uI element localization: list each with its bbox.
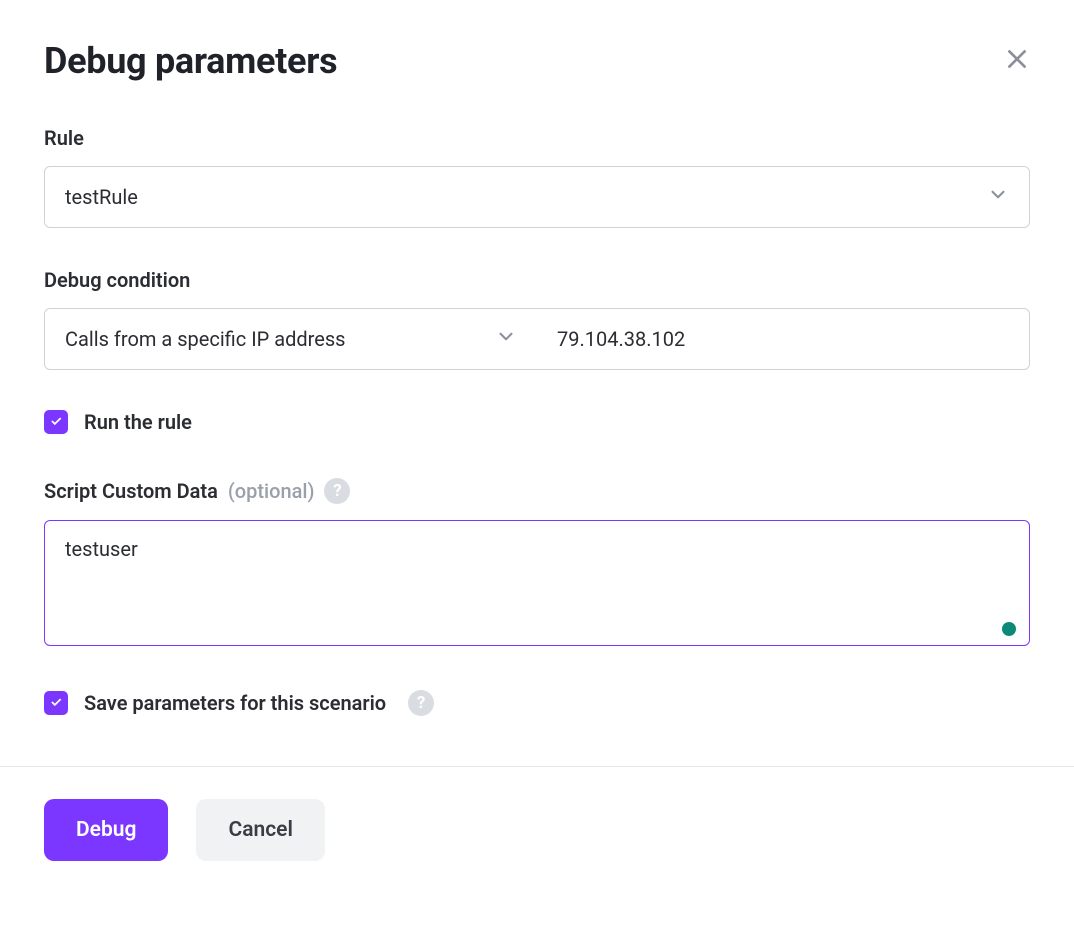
help-icon[interactable]: ? [324, 478, 350, 504]
rule-selected-value: testRule [65, 185, 138, 209]
close-button[interactable] [1004, 46, 1030, 76]
debug-condition-label: Debug condition [44, 268, 1030, 292]
script-custom-data-label: Script Custom Data [44, 479, 218, 503]
cancel-button[interactable]: Cancel [196, 799, 324, 861]
rule-label: Rule [44, 126, 1030, 150]
resize-handle[interactable] [1002, 622, 1016, 636]
script-custom-data-textarea[interactable] [44, 520, 1030, 646]
debug-condition-select[interactable]: Calls from a specific IP address [45, 309, 537, 369]
close-icon [1004, 46, 1030, 76]
debug-condition-value-input[interactable] [537, 309, 1029, 369]
chevron-down-icon [495, 326, 517, 353]
script-custom-data-optional: (optional) [228, 479, 315, 503]
debug-button[interactable]: Debug [44, 799, 168, 861]
check-icon [49, 694, 63, 713]
save-params-label: Save parameters for this scenario [84, 691, 386, 715]
debug-condition-group: Calls from a specific IP address [44, 308, 1030, 370]
page-title: Debug parameters [44, 40, 337, 82]
help-icon[interactable]: ? [408, 690, 434, 716]
run-rule-label: Run the rule [84, 410, 192, 434]
save-params-checkbox[interactable] [44, 691, 68, 715]
debug-condition-selected: Calls from a specific IP address [65, 327, 346, 351]
chevron-down-icon [987, 184, 1009, 211]
rule-select[interactable]: testRule [44, 166, 1030, 228]
run-rule-checkbox[interactable] [44, 410, 68, 434]
check-icon [49, 413, 63, 432]
